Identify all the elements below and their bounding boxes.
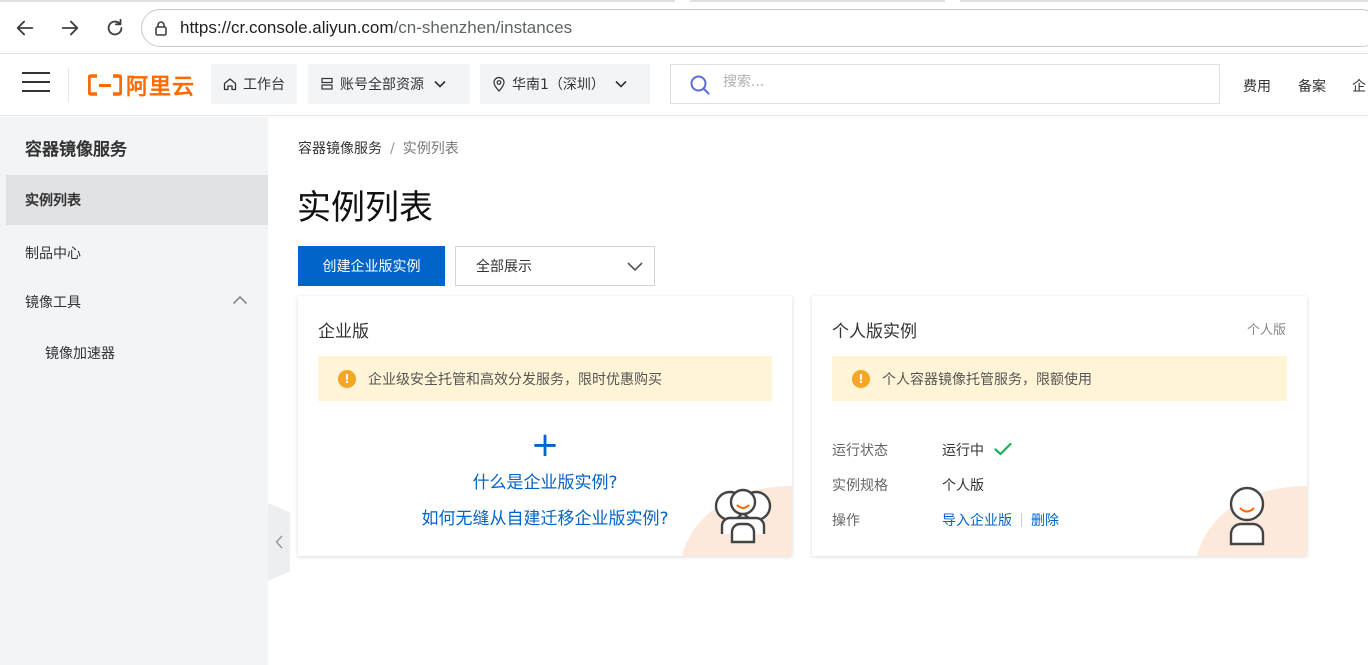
search-icon	[690, 75, 710, 95]
sidebar-item-label: 镜像加速器	[45, 346, 115, 362]
home-icon	[223, 78, 237, 91]
status-value: 运行中	[942, 440, 1013, 460]
sidebar-title: 容器镜像服务	[25, 140, 127, 160]
forward-arrow-icon[interactable]	[54, 12, 86, 44]
warning-icon: !	[338, 369, 356, 388]
search-input[interactable]	[723, 74, 1173, 90]
back-arrow-icon[interactable]	[9, 12, 41, 44]
sidebar-item-image-tools[interactable]: 镜像工具	[6, 277, 268, 327]
database-icon	[321, 77, 333, 90]
notice-banner: ! 个人容器镜像托管服务，限额使用	[832, 356, 1287, 401]
breadcrumb-root[interactable]: 容器镜像服务	[298, 141, 382, 157]
sidebar-collapse-handle[interactable]	[268, 503, 290, 581]
url-text: https://cr.console.aliyun.com/cn-shenzhe…	[180, 18, 573, 37]
notice-text: 个人容器镜像托管服务，限额使用	[882, 371, 1092, 388]
address-bar[interactable]: https://cr.console.aliyun.com/cn-shenzhe…	[141, 9, 1368, 47]
status-label: 运行状态	[832, 443, 888, 459]
breadcrumb: 容器镜像服务 / 实例列表	[298, 138, 459, 158]
delete-link[interactable]: 删除	[1031, 513, 1059, 529]
site-info-icon[interactable]	[152, 19, 170, 37]
reload-icon[interactable]	[99, 12, 131, 44]
breadcrumb-separator: /	[390, 141, 395, 157]
personal-instance-card: 个人版实例 个人版 ! 个人容器镜像托管服务，限额使用 运行状态 运行中 实例规…	[812, 296, 1307, 556]
menu-icon[interactable]	[22, 72, 50, 96]
divider	[1021, 513, 1022, 527]
sidebar-item-label: 镜像工具	[25, 295, 81, 311]
tab-strip-edge	[0, 0, 1368, 3]
sidebar-item-artifact-center[interactable]: 制品中心	[6, 228, 268, 278]
chevron-down-icon	[615, 80, 627, 88]
notice-banner: ! 企业级安全托管和高效分发服务，限时优惠购买	[318, 356, 772, 401]
edition-tag: 个人版	[1246, 323, 1286, 338]
enterprise-instance-card: 企业版 ! 企业级安全托管和高效分发服务，限时优惠购买 + 什么是企业版实例? …	[298, 296, 792, 556]
region-label: 华南1（深圳）	[512, 77, 605, 93]
spec-label: 实例规格	[832, 478, 888, 494]
operations-label: 操作	[832, 513, 860, 529]
icp-filing-link[interactable]: 备案	[1298, 76, 1326, 96]
sidebar-item-image-accelerator[interactable]: 镜像加速器	[6, 328, 268, 378]
sidebar-item-instances[interactable]: 实例列表	[6, 175, 268, 225]
import-enterprise-link[interactable]: 导入企业版	[942, 513, 1012, 529]
card-title: 企业版	[318, 322, 369, 342]
sidebar-item-label: 实例列表	[25, 193, 81, 209]
check-icon	[994, 442, 1013, 456]
spec-value: 个人版	[942, 478, 984, 494]
console-header: 阿里云 工作台 账号全部资源 华南1（深圳） 费用 备案 企	[0, 54, 1368, 116]
logo-text: 阿里云	[126, 75, 196, 100]
page-title: 实例列表	[297, 188, 433, 228]
location-pin-icon	[493, 76, 505, 92]
resource-group-select[interactable]: 账号全部资源	[308, 64, 470, 104]
chevron-left-icon	[275, 535, 283, 549]
person-illustration-icon	[1197, 486, 1307, 556]
region-select[interactable]: 华南1（深圳）	[480, 64, 650, 104]
chevron-down-icon	[627, 262, 643, 272]
divider	[68, 68, 69, 102]
aliyun-logo[interactable]: 阿里云	[88, 70, 195, 100]
operations: 导入企业版 删除	[942, 510, 1059, 530]
sidebar-item-label: 制品中心	[25, 246, 81, 262]
chevron-up-icon	[232, 295, 248, 305]
create-enterprise-instance-button[interactable]: 创建企业版实例	[298, 246, 445, 286]
team-illustration-icon	[682, 486, 792, 556]
aliyun-logo-icon	[88, 74, 122, 96]
card-title: 个人版实例	[832, 322, 917, 342]
global-search[interactable]	[670, 64, 1220, 104]
warning-icon: !	[852, 369, 870, 388]
browser-toolbar: https://cr.console.aliyun.com/cn-shenzhe…	[0, 0, 1368, 54]
billing-link[interactable]: 费用	[1243, 76, 1271, 96]
enterprise-link[interactable]: 企	[1352, 76, 1366, 96]
resource-label: 账号全部资源	[340, 77, 424, 93]
display-filter-select[interactable]: 全部展示	[455, 246, 655, 286]
breadcrumb-current: 实例列表	[402, 141, 459, 157]
workbench-label: 工作台	[243, 77, 285, 93]
chevron-down-icon	[434, 80, 446, 88]
add-icon[interactable]: +	[298, 428, 792, 462]
notice-text: 企业级安全托管和高效分发服务，限时优惠购买	[368, 371, 662, 388]
sidebar: 容器镜像服务 实例列表 制品中心 镜像工具 镜像加速器	[0, 117, 268, 665]
select-value: 全部展示	[476, 259, 532, 275]
workbench-button[interactable]: 工作台	[211, 64, 297, 104]
